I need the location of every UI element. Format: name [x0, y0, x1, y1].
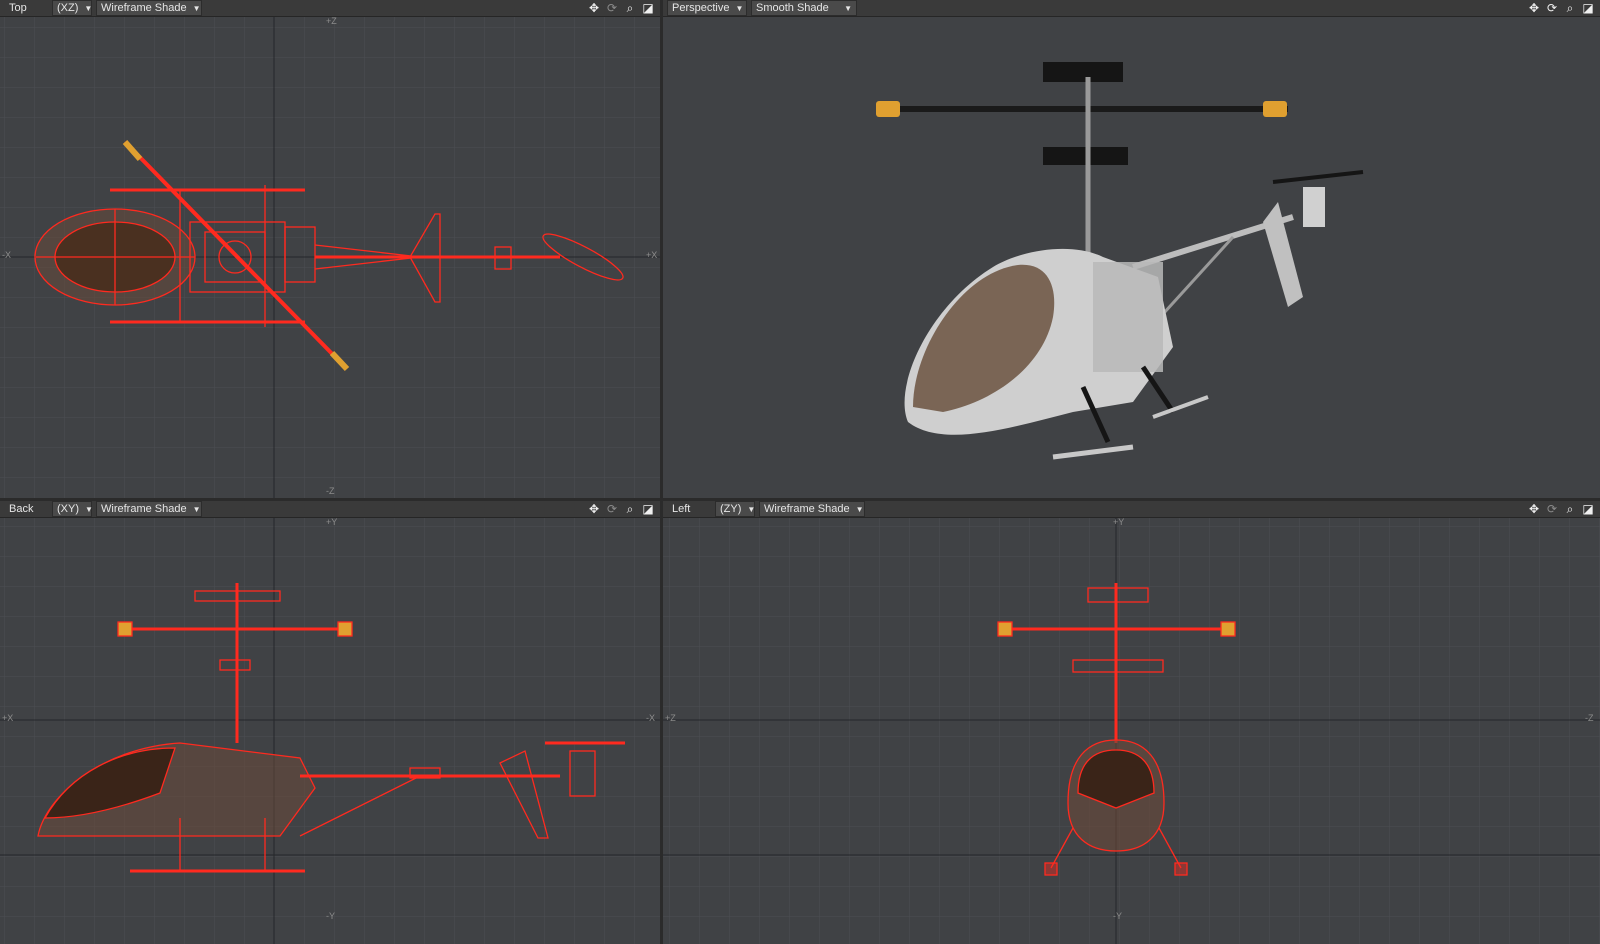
axis-label-right: -X	[646, 713, 655, 723]
axis-label-bottom: -Y	[326, 911, 335, 921]
viewport-controls: ✥ ⟳ ⌕ ◪	[1526, 501, 1596, 517]
move-icon[interactable]: ✥	[586, 1, 602, 15]
viewport-back[interactable]: Back (XY) ▼ Wireframe Shade ▼ ✥ ⟳ ⌕ ◪ +Y…	[0, 501, 660, 944]
move-icon[interactable]: ✥	[1526, 1, 1542, 15]
axis-label-bottom: -Z	[326, 486, 335, 496]
viewport-canvas[interactable]	[663, 17, 1600, 498]
axis-label-left: +Z	[665, 713, 676, 723]
shade-label: Wireframe Shade	[101, 2, 187, 14]
dropdown-arrow-icon: ▼	[747, 504, 756, 514]
plane-label: (XY)	[57, 503, 79, 515]
viewport-controls: ✥ ⟳ ⌕ ◪	[586, 0, 656, 16]
viewport-canvas[interactable]	[0, 17, 660, 498]
dropdown-arrow-icon: ▼	[192, 504, 201, 514]
shade-mode-dropdown[interactable]: Wireframe Shade ▼	[96, 0, 202, 16]
shade-label: Wireframe Shade	[101, 503, 187, 515]
view-label[interactable]: Top	[4, 0, 48, 16]
rotate-icon[interactable]: ⟳	[604, 1, 620, 15]
maximize-icon[interactable]: ◪	[1580, 502, 1596, 516]
move-icon[interactable]: ✥	[586, 502, 602, 516]
axis-label-left: +X	[2, 713, 14, 723]
maximize-icon[interactable]: ◪	[1580, 1, 1596, 15]
dropdown-arrow-icon: ▼	[192, 3, 201, 13]
view-plane-dropdown[interactable]: (ZY) ▼	[715, 501, 755, 517]
viewport-controls: ✥ ⟳ ⌕ ◪	[586, 501, 656, 517]
dropdown-arrow-icon: ▼	[844, 3, 852, 13]
move-icon[interactable]: ✥	[1526, 502, 1542, 516]
axis-label-top: +Y	[326, 517, 338, 527]
zoom-icon[interactable]: ⌕	[1562, 502, 1578, 516]
dropdown-arrow-icon: ▼	[85, 504, 93, 514]
axis-label-left: -X	[2, 250, 11, 260]
dropdown-arrow-icon: ▼	[735, 3, 744, 13]
view-label[interactable]: Back	[4, 501, 48, 517]
axis-label-right: -Z	[1585, 713, 1594, 723]
viewport-toolbar: Back (XY) ▼ Wireframe Shade ▼ ✥ ⟳ ⌕ ◪	[0, 501, 660, 518]
shade-mode-dropdown[interactable]: Wireframe Shade ▼	[759, 501, 865, 517]
viewport-top[interactable]: Top (XZ) ▼ Wireframe Shade ▼ ✥ ⟳ ⌕ ◪ +Z …	[0, 0, 660, 498]
viewport-controls: ✥ ⟳ ⌕ ◪	[1526, 0, 1596, 16]
plane-label: (ZY)	[720, 503, 742, 515]
view-label[interactable]: Left	[667, 501, 711, 517]
dropdown-arrow-icon: ▼	[855, 504, 864, 514]
maximize-icon[interactable]: ◪	[640, 502, 656, 516]
zoom-icon[interactable]: ⌕	[622, 502, 638, 516]
viewport-left[interactable]: Left (ZY) ▼ Wireframe Shade ▼ ✥ ⟳ ⌕ ◪ +Y…	[663, 501, 1600, 944]
view-label: Perspective	[672, 2, 730, 14]
maximize-icon[interactable]: ◪	[640, 1, 656, 15]
rotate-icon[interactable]: ⟳	[604, 502, 620, 516]
view-plane-dropdown[interactable]: (XY) ▼	[52, 501, 93, 517]
shade-mode-dropdown[interactable]: Wireframe Shade ▼	[96, 501, 202, 517]
axis-label-top: +Z	[326, 16, 337, 26]
axis-label-bottom: -Y	[1113, 911, 1122, 921]
view-plane-dropdown[interactable]: (XZ) ▼	[52, 0, 92, 16]
viewport-toolbar: Perspective ▼ Smooth Shade ▼ ✥ ⟳ ⌕ ◪	[663, 0, 1600, 17]
viewport-toolbar: Top (XZ) ▼ Wireframe Shade ▼ ✥ ⟳ ⌕ ◪	[0, 0, 660, 17]
rotate-icon[interactable]: ⟳	[1544, 502, 1560, 516]
viewport-canvas[interactable]	[0, 518, 660, 944]
view-dropdown[interactable]: Perspective ▼	[667, 0, 747, 16]
shade-label: Smooth Shade	[756, 2, 829, 14]
axis-label-top: +Y	[1113, 517, 1125, 527]
rotate-icon[interactable]: ⟳	[1544, 1, 1560, 15]
zoom-icon[interactable]: ⌕	[622, 1, 638, 15]
shade-label: Wireframe Shade	[764, 503, 850, 515]
viewport-toolbar: Left (ZY) ▼ Wireframe Shade ▼ ✥ ⟳ ⌕ ◪	[663, 501, 1600, 518]
viewport-canvas[interactable]	[663, 518, 1600, 944]
axis-label-right: +X	[646, 250, 658, 260]
dropdown-arrow-icon: ▼	[84, 3, 93, 13]
viewport-perspective[interactable]: Perspective ▼ Smooth Shade ▼ ✥ ⟳ ⌕ ◪	[663, 0, 1600, 498]
zoom-icon[interactable]: ⌕	[1562, 1, 1578, 15]
shade-mode-dropdown[interactable]: Smooth Shade ▼	[751, 0, 857, 16]
plane-label: (XZ)	[57, 2, 79, 14]
